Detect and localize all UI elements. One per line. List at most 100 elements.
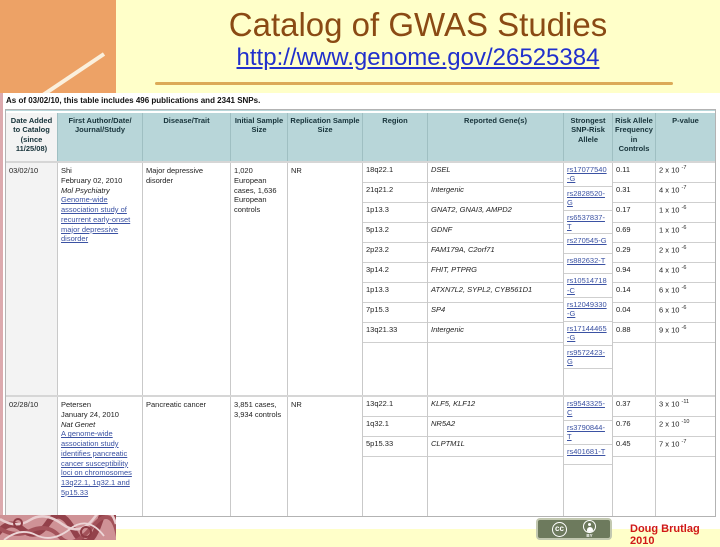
gene-cell: ATXN7L2, SYPL2, CYB561D1 [428,283,563,303]
initial-sample-cell: 1,020 European cases, 1,636 European con… [231,163,288,395]
corner-decoration [0,0,116,95]
disease-trait-cell: Pancreatic cancer [143,397,231,516]
frequency-cell: 0.04 [613,303,655,323]
pvalue-cell: 7 x 10 -7 [656,437,715,457]
col-header-initial: Initial Sample Size [231,113,288,161]
genes-column: DSELIntergenicGNAT2, GNAI3, AMPD2GDNFFAM… [428,163,564,395]
snp-link[interactable]: rs401681-T [567,447,605,456]
snp-link[interactable]: rs3790844-T [567,423,605,441]
snp-link[interactable]: rs12049330-G [567,300,607,318]
snp-link[interactable]: rs882632-T [567,256,605,265]
slide-header: Catalog of GWAS Studies http://www.genom… [118,6,718,72]
frequency-cell: 0.94 [613,263,655,283]
snp-cell: rs401681-T [564,445,612,465]
snp-cell: rs17077540-G [564,163,612,187]
snp-cell: rs17144465-G [564,322,612,346]
risk-allele-frequency-column: 0.110.310.170.690.290.940.140.040.88 [613,163,656,395]
left-edge-decoration [0,93,3,515]
snp-link[interactable]: rs9543325-C [567,399,605,417]
region-cell: 2p23.2 [363,243,427,263]
col-header-disease: Disease/Trait [143,113,231,161]
pvalue-column: 2 x 10 -74 x 10 -71 x 10 -61 x 10 -62 x … [656,163,715,395]
snp-cell: rs2828520-G [564,187,612,211]
table-body: 03/02/10ShiFebruary 02, 2010Mol Psychiat… [6,161,715,516]
pvalue-cell: 1 x 10 -6 [656,203,715,223]
snp-link[interactable]: rs17077540-G [567,165,607,183]
region-cell: 13q22.1 [363,397,427,417]
gene-cell: Intergenic [428,323,563,343]
pvalue-cell: 2 x 10 -10 [656,417,715,437]
snp-link[interactable]: rs270545-G [567,236,607,245]
pvalue-column: 3 x 10 -112 x 10 -107 x 10 -7 [656,397,715,516]
person-icon [583,520,596,533]
region-cell: 3p14.2 [363,263,427,283]
col-header-snp: Strongest SNP-Risk Allele [564,113,613,161]
page-title: Catalog of GWAS Studies [118,6,718,44]
author-cell: PetersenJanuary 24, 2010Nat GenetA genom… [58,397,143,516]
table-row: 02/28/10PetersenJanuary 24, 2010Nat Gene… [6,395,715,516]
snp-cell: rs9543325-C [564,397,612,421]
tissue-pattern-decoration [0,515,116,540]
date-added-cell: 03/02/10 [6,163,58,395]
snp-link[interactable]: rs17144465-G [567,324,607,342]
author-name: Petersen [61,400,139,410]
date-added-cell: 02/28/10 [6,397,58,516]
title-divider [155,82,673,85]
frequency-cell: 0.37 [613,397,655,417]
col-header-pvalue: P-value [656,113,715,161]
frequency-cell: 0.69 [613,223,655,243]
genome-gov-link[interactable]: http://www.genome.gov/26525384 [237,44,600,71]
pvalue-cell: 1 x 10 -6 [656,223,715,243]
col-header-replication: Replication Sample Size [288,113,363,161]
cc-by-label: BY [586,533,592,538]
content-panel: As of 03/02/10, this table includes 496 … [0,93,720,529]
col-header-region: Region [363,113,428,161]
pvalue-cell: 2 x 10 -6 [656,243,715,263]
region-column: 18q22.121q21.21p13.35p13.22p23.23p14.21p… [363,163,428,395]
cc-license-badge[interactable]: cc BY [536,518,612,540]
pvalue-cell: 4 x 10 -7 [656,183,715,203]
frequency-cell: 0.29 [613,243,655,263]
diagonal-line-decoration [0,0,116,95]
pvalue-cell: 9 x 10 -6 [656,323,715,343]
snp-cell: rs3790844-T [564,421,612,445]
region-cell: 5p15.33 [363,437,427,457]
url-line: http://www.genome.gov/26525384 [118,44,718,72]
region-cell: 1q32.1 [363,417,427,437]
study-title-link[interactable]: Genome-wide association study of recurre… [61,195,130,243]
frequency-cell: 0.17 [613,203,655,223]
frequency-cell: 0.88 [613,323,655,343]
cc-by-group: BY [583,520,596,539]
publication-date: January 24, 2010 [61,410,139,420]
snp-link[interactable]: rs2828520-G [567,189,605,207]
journal-name: Nat Genet [61,420,139,430]
initial-sample-cell: 3,851 cases, 3,934 controls [231,397,288,516]
gene-cell: KLF5, KLF12 [428,397,563,417]
cc-icon: cc [552,522,567,537]
region-cell: 5p13.2 [363,223,427,243]
snp-link[interactable]: rs6537837-T [567,213,605,231]
frequency-cell: 0.14 [613,283,655,303]
study-title-link[interactable]: A genome-wide association study identifi… [61,429,132,497]
table-row: 03/02/10ShiFebruary 02, 2010Mol Psychiat… [6,161,715,395]
frequency-cell: 0.76 [613,417,655,437]
region-cell: 1p13.3 [363,203,427,223]
col-header-freq: Risk Allele Frequency in Controls [613,113,656,161]
snp-link[interactable]: rs9572423-G [567,348,605,366]
frequency-cell: 0.11 [613,163,655,183]
snp-link[interactable]: rs10514718-C [567,276,607,294]
genes-column: KLF5, KLF12NR5A2CLPTM1L [428,397,564,516]
snp-cell: rs6537837-T [564,211,612,235]
table-caption: As of 03/02/10, this table includes 496 … [6,96,260,105]
region-cell: 7p15.3 [363,303,427,323]
gwas-table: Date Added to Catalog (since 11/25/08)Fi… [5,109,716,517]
gene-cell: GNAT2, GNAI3, AMPD2 [428,203,563,223]
pvalue-cell: 2 x 10 -7 [656,163,715,183]
col-header-date: Date Added to Catalog (since 11/25/08) [6,113,58,161]
frequency-cell: 0.31 [613,183,655,203]
pvalue-cell: 6 x 10 -6 [656,283,715,303]
region-cell: 18q22.1 [363,163,427,183]
region-column: 13q22.11q32.15p15.33 [363,397,428,516]
frequency-cell: 0.45 [613,437,655,457]
col-header-genes: Reported Gene(s) [428,113,564,161]
